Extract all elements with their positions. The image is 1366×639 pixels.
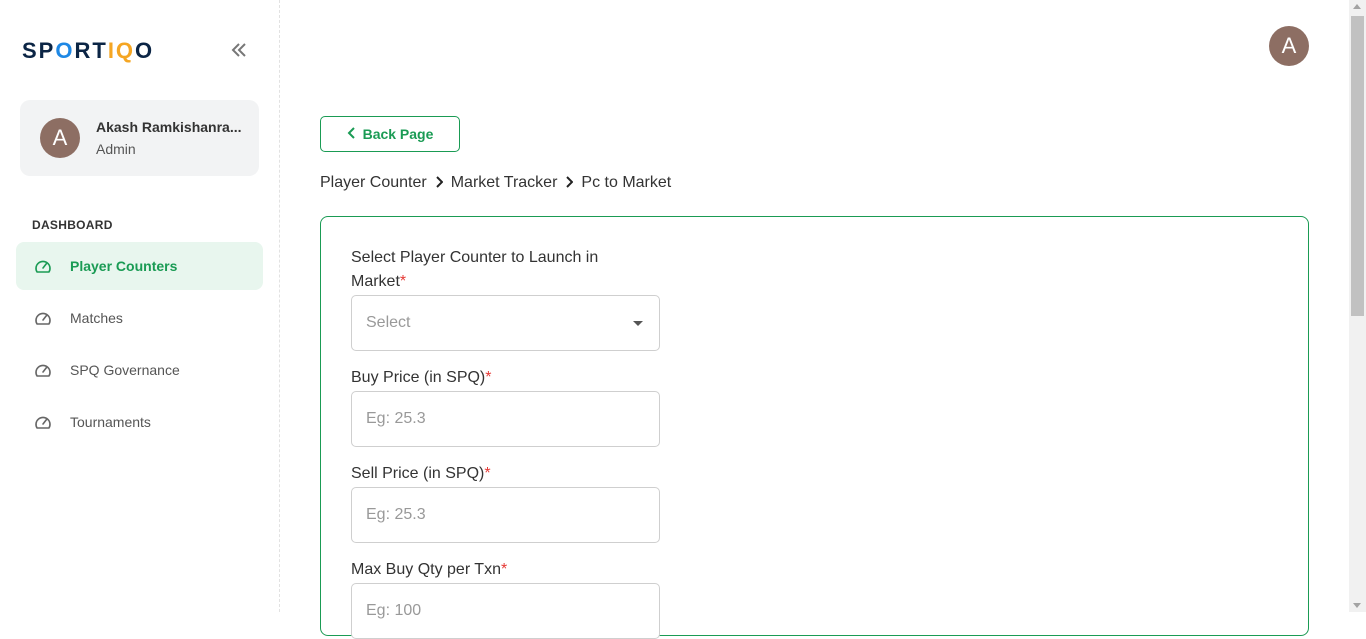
input-placeholder: Eg: 25.3 (366, 410, 426, 427)
section-title: DASHBOARD (32, 218, 113, 232)
buy-price-label: Buy Price (in SPQ)* (351, 369, 492, 386)
sidebar-item-matches[interactable]: Matches (16, 294, 263, 342)
sidebar-item-label: Tournaments (70, 414, 151, 430)
speedometer-icon (34, 310, 52, 326)
scrollbar-thumb[interactable] (1351, 16, 1364, 316)
sidebar-item-label: Matches (70, 310, 123, 326)
sell-price-input[interactable]: Eg: 25.3 (351, 487, 660, 543)
input-placeholder: Eg: 25.3 (366, 506, 426, 523)
chevron-right-icon (435, 175, 444, 191)
scroll-up-arrow-icon[interactable] (1353, 4, 1361, 9)
avatar: A (40, 118, 80, 158)
scroll-down-arrow-icon[interactable] (1353, 603, 1361, 608)
sportiqo-logo[interactable]: SPORTIQO (22, 38, 154, 64)
back-page-label: Back Page (362, 126, 434, 142)
sidebar-nav: Player Counters Matches SPQ Governance T… (16, 242, 263, 450)
sidebar-item-player-counters[interactable]: Player Counters (16, 242, 263, 290)
double-chevron-left-icon[interactable] (228, 38, 250, 62)
user-card[interactable]: A Akash Ramkishanra... Admin (20, 100, 259, 176)
select-placeholder: Select (366, 314, 411, 331)
max-buy-qty-input[interactable]: Eg: 100 (351, 583, 660, 639)
chevron-left-icon (347, 126, 357, 142)
speedometer-icon (34, 362, 52, 378)
breadcrumb: Player Counter Market Tracker Pc to Mark… (320, 174, 671, 192)
breadcrumb-item-current: Pc to Market (581, 174, 672, 191)
sidebar: SPORTIQO A Akash Ramkishanra... Admin DA… (0, 0, 280, 612)
sidebar-item-tournaments[interactable]: Tournaments (16, 398, 263, 446)
buy-price-input[interactable]: Eg: 25.3 (351, 391, 660, 447)
breadcrumb-item[interactable]: Player Counter (320, 174, 427, 192)
speedometer-icon (34, 414, 52, 430)
sell-price-label: Sell Price (in SPQ)* (351, 465, 491, 482)
header-avatar[interactable]: A (1269, 26, 1309, 66)
user-role: Admin (96, 141, 136, 157)
player-counter-select-label: Select Player Counter to Launch in Marke… (351, 249, 599, 290)
sidebar-item-label: SPQ Governance (70, 362, 180, 378)
sidebar-item-spq-governance[interactable]: SPQ Governance (16, 346, 263, 394)
caret-down-icon (633, 321, 643, 326)
user-name: Akash Ramkishanra... (96, 119, 242, 135)
pc-to-market-form: Select Player Counter to Launch in Marke… (320, 216, 1309, 639)
breadcrumb-item[interactable]: Market Tracker (451, 174, 558, 192)
back-page-button[interactable]: Back Page (320, 116, 460, 152)
sidebar-item-label: Player Counters (70, 258, 178, 274)
input-placeholder: Eg: 100 (366, 602, 422, 619)
page-scrollbar[interactable] (1349, 0, 1366, 612)
max-buy-qty-label: Max Buy Qty per Txn* (351, 561, 508, 578)
chevron-right-icon (565, 175, 574, 191)
speedometer-icon (34, 258, 52, 274)
player-counter-select[interactable]: Select (351, 295, 660, 351)
